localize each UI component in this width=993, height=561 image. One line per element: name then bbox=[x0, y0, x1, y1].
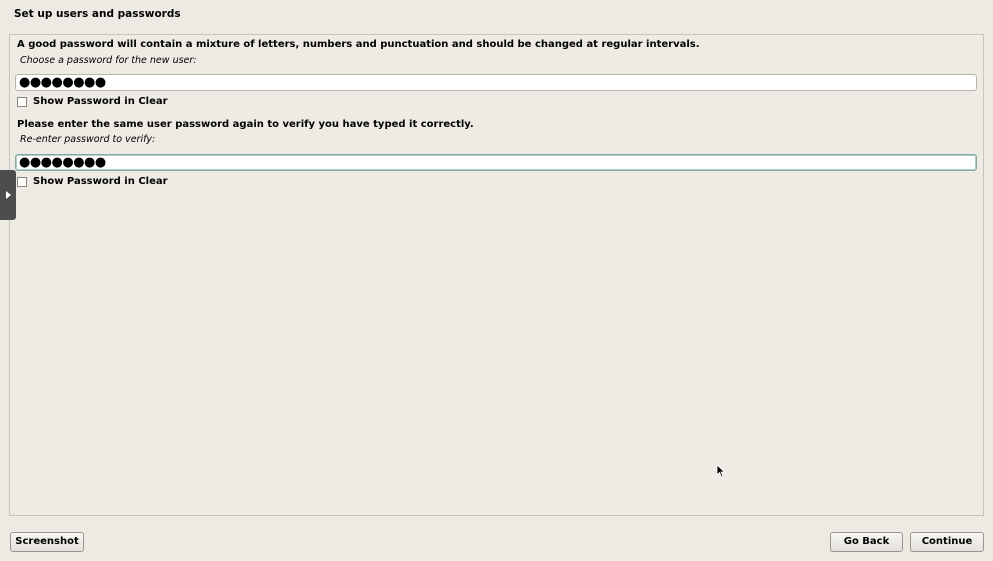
screenshot-button[interactable]: Screenshot bbox=[10, 532, 84, 552]
show-password-checkbox[interactable] bbox=[17, 97, 27, 107]
verify-prompt-label: Re-enter password to verify: bbox=[20, 134, 156, 145]
password-input[interactable]: ●●●●●●●● bbox=[15, 74, 977, 91]
show-verify-password-checkbox[interactable] bbox=[17, 177, 27, 187]
show-password-toggle[interactable]: Show Password in Clear bbox=[17, 96, 168, 108]
password-prompt-label: Choose a password for the new user: bbox=[20, 55, 197, 66]
mouse-pointer-icon bbox=[716, 464, 726, 478]
continue-button[interactable]: Continue bbox=[910, 532, 984, 552]
chevron-right-icon bbox=[6, 191, 11, 199]
page-title: Set up users and passwords bbox=[14, 8, 181, 20]
installer-window: Set up users and passwords A good passwo… bbox=[0, 0, 993, 561]
verify-guidance-text: Please enter the same user password agai… bbox=[17, 119, 474, 130]
show-verify-password-toggle[interactable]: Show Password in Clear bbox=[17, 176, 168, 188]
go-back-button[interactable]: Go Back bbox=[830, 532, 903, 552]
show-password-label[interactable]: Show Password in Clear bbox=[33, 96, 168, 108]
show-verify-password-label[interactable]: Show Password in Clear bbox=[33, 176, 168, 188]
password-guidance-text: A good password will contain a mixture o… bbox=[17, 39, 700, 50]
verify-password-input[interactable]: ●●●●●●●● bbox=[15, 154, 977, 171]
side-panel-handle[interactable] bbox=[0, 170, 16, 220]
